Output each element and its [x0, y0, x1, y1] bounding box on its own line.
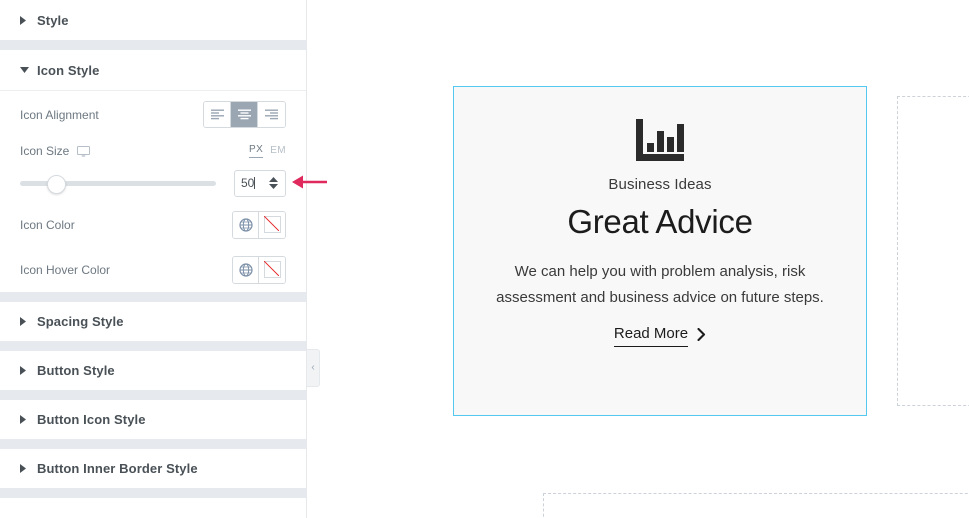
sidebar-section-label: Button Style [37, 363, 115, 378]
globe-icon[interactable] [233, 256, 259, 283]
panel-separator [0, 292, 306, 302]
icon-hover-color-label: Icon Hover Color [20, 262, 111, 277]
chevron-right-icon [20, 415, 34, 424]
chevron-right-icon [697, 327, 706, 345]
chevron-right-icon [20, 15, 34, 25]
empty-color-swatch [263, 216, 281, 233]
read-more-link[interactable]: Read More [613, 325, 706, 347]
icon-size-value: 50 [235, 171, 265, 196]
widget-title: Great Advice [567, 203, 753, 240]
icon-alignment-label: Icon Alignment [20, 107, 99, 122]
sidebar-section-label: Button Icon Style [37, 412, 146, 427]
icon-size-label-text: Icon Size [20, 144, 70, 158]
page-builder-screen: Style Icon Style Icon Alignment Icon Siz… [0, 0, 969, 518]
sidebar-section-label: Button Inner Border Style [37, 461, 198, 476]
icon-color-control[interactable] [232, 210, 286, 239]
text-caret [254, 176, 256, 189]
icon-color-row: Icon Color [20, 202, 286, 247]
chevron-right-icon [20, 464, 34, 473]
align-left-button[interactable] [204, 102, 231, 127]
chevron-right-icon [20, 317, 34, 326]
widget-description: We can help you with problem analysis, r… [496, 263, 824, 306]
icon-size-number: 50 [241, 175, 255, 190]
unit-px[interactable]: PX [249, 144, 264, 158]
sidebar-section-style[interactable]: Style [0, 0, 306, 40]
icon-size-row: Icon Size PX EM [20, 138, 286, 164]
widget-subtitle: Business Ideas [608, 176, 712, 193]
icon-alignment-row: Icon Alignment [20, 91, 286, 138]
icon-hover-color-swatch[interactable] [259, 256, 285, 283]
sidebar-section-label: Icon Style [37, 62, 100, 78]
stepper-down-icon [268, 184, 278, 189]
icon-size-units[interactable]: PX EM [249, 144, 286, 158]
info-box-widget[interactable]: Business Ideas Great Advice We can help … [453, 86, 867, 416]
sidebar-section-icon-style[interactable]: Icon Style [0, 50, 306, 90]
align-right-button[interactable] [258, 102, 285, 127]
empty-color-swatch [263, 261, 281, 278]
sidebar-collapse-button[interactable]: ‹ [307, 349, 320, 387]
chevron-down-icon [20, 66, 34, 74]
panel-separator [0, 390, 306, 400]
sidebar-section-label: Spacing Style [37, 314, 124, 329]
icon-color-label: Icon Color [20, 217, 75, 232]
chevron-left-icon: ‹ [311, 362, 315, 373]
number-stepper[interactable] [265, 177, 285, 189]
preview-canvas: Business Ideas Great Advice We can help … [308, 0, 969, 518]
slider-handle[interactable] [46, 174, 66, 194]
icon-style-controls: Icon Alignment Icon Size PX EM 50 Icon C… [0, 91, 306, 292]
slider-track[interactable] [20, 174, 216, 194]
bar-chart-icon[interactable] [634, 119, 686, 161]
icon-color-swatch[interactable] [259, 211, 285, 238]
sidebar-section-button-style[interactable]: Button Style [0, 351, 306, 390]
panel-separator [0, 341, 306, 351]
sidebar-section-spacing-style[interactable]: Spacing Style [0, 302, 306, 341]
icon-size-slider[interactable] [20, 173, 234, 194]
sidebar-section-button-icon-style[interactable]: Button Icon Style [0, 400, 306, 439]
icon-size-slider-row: 50 [20, 164, 286, 202]
bottom-dashed-placeholder[interactable] [543, 493, 969, 518]
read-more-label: Read More [613, 325, 689, 347]
right-dashed-placeholder[interactable] [897, 96, 969, 406]
globe-icon[interactable] [233, 211, 259, 238]
settings-sidebar: Style Icon Style Icon Alignment Icon Siz… [0, 0, 307, 518]
panel-separator [0, 488, 306, 498]
icon-hover-color-row: Icon Hover Color [20, 247, 286, 292]
icon-hover-color-control[interactable] [232, 255, 286, 284]
panel-separator [0, 40, 306, 50]
sidebar-section-button-inner-border-style[interactable]: Button Inner Border Style [0, 449, 306, 488]
stepper-up-icon [268, 177, 278, 182]
icon-size-label: Icon Size [20, 144, 249, 158]
align-center-button[interactable] [231, 102, 258, 127]
desktop-monitor-icon[interactable] [77, 145, 91, 157]
unit-em[interactable]: EM [270, 145, 286, 158]
chevron-right-icon [20, 366, 34, 375]
icon-alignment-button-group[interactable] [203, 101, 286, 128]
icon-size-input[interactable]: 50 [234, 169, 286, 197]
panel-separator [0, 439, 306, 449]
sidebar-section-label: Style [37, 12, 69, 28]
